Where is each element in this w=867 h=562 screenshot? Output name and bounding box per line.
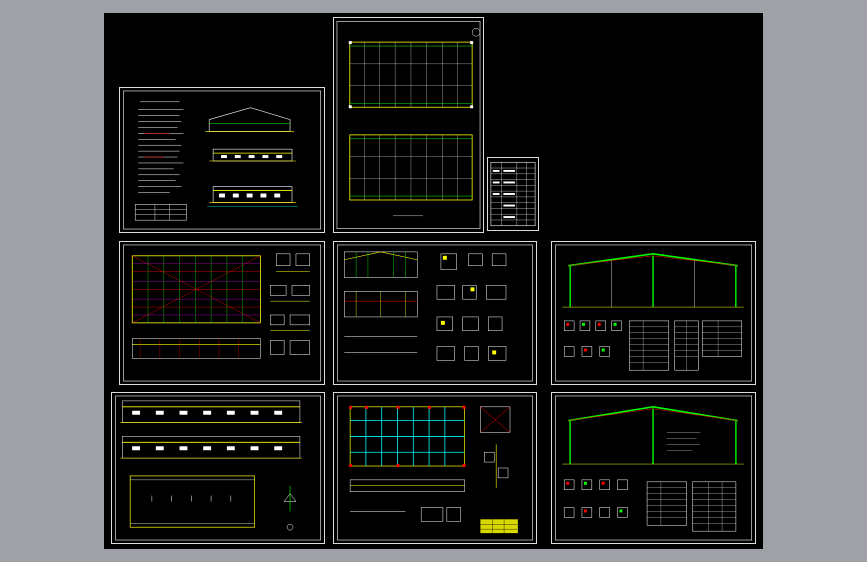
sheet-3-drawing bbox=[490, 161, 536, 227]
sheet-portal-frame-1[interactable] bbox=[551, 241, 756, 385]
sheet-1-drawing bbox=[123, 90, 321, 230]
sheet-7-drawing bbox=[115, 395, 321, 541]
sheet-drawing-index[interactable] bbox=[487, 157, 539, 231]
sheet-wall-framing[interactable] bbox=[333, 241, 537, 385]
sheet-portal-frame-2[interactable] bbox=[551, 392, 756, 544]
sheet-foundation-layout[interactable] bbox=[333, 17, 484, 233]
sheet-4-drawing bbox=[123, 244, 321, 382]
sheet-5-drawing bbox=[337, 244, 533, 382]
sheet-2-drawing bbox=[336, 21, 481, 229]
drawing-canvas[interactable] bbox=[104, 13, 763, 549]
sheet-purlin-layout[interactable] bbox=[333, 392, 537, 544]
sheet-8-drawing bbox=[337, 395, 533, 541]
sheet-9-drawing bbox=[555, 395, 752, 541]
sheet-building-elevations[interactable] bbox=[111, 392, 325, 544]
sheet-6-drawing bbox=[555, 244, 752, 382]
sheet-design-notes[interactable] bbox=[119, 87, 325, 233]
sheet-roof-bracing[interactable] bbox=[119, 241, 325, 385]
